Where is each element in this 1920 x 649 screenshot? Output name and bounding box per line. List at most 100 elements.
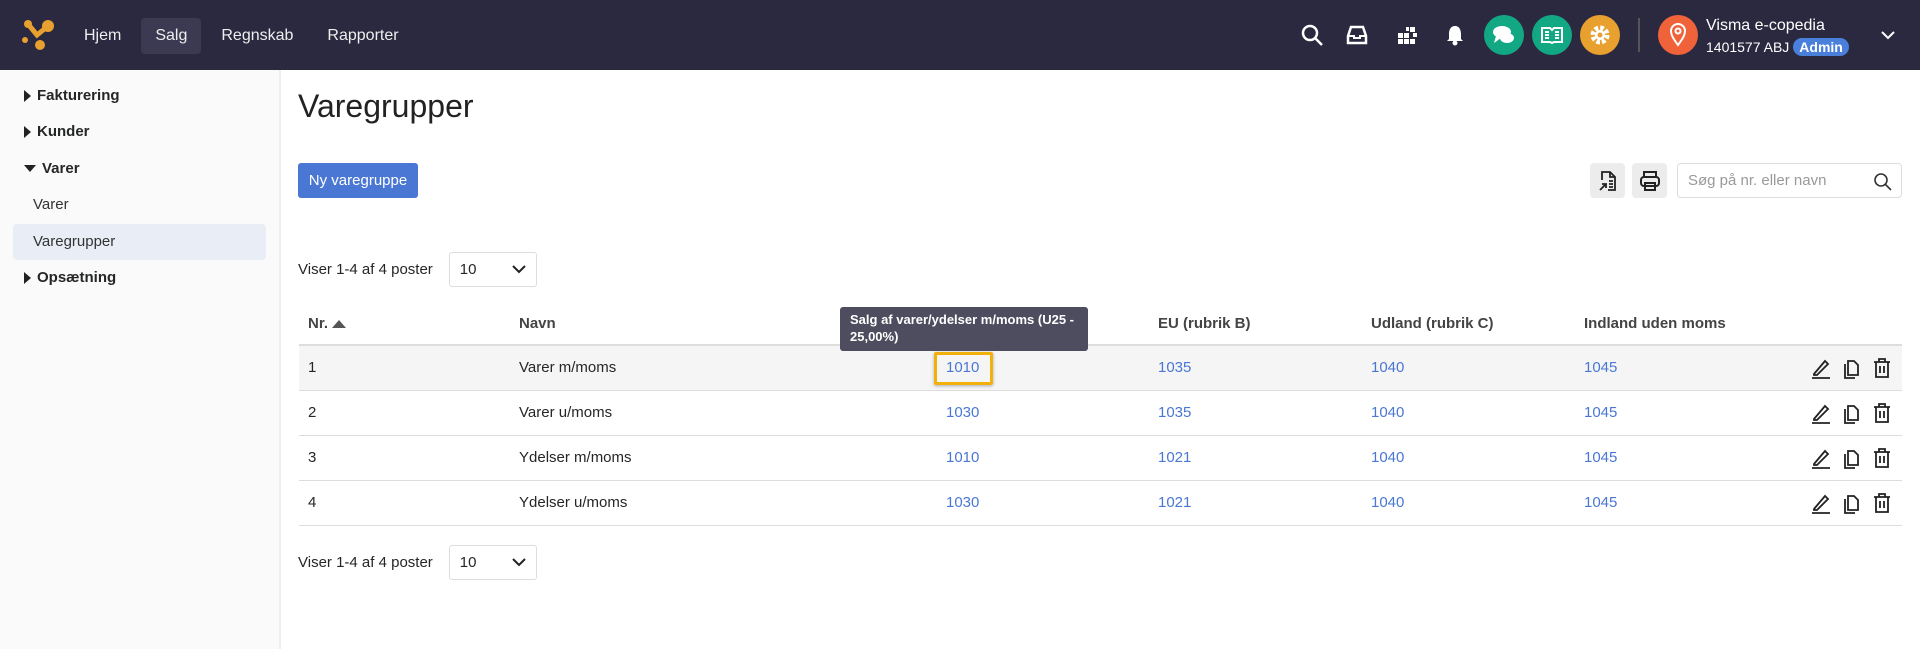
col-eu[interactable]: EU (rubrik B) <box>1149 303 1362 346</box>
delete-icon[interactable] <box>1872 492 1892 514</box>
user-id: 1401577 ABJ Admin <box>1706 38 1849 56</box>
nav-hjem[interactable]: Hjem <box>70 18 135 54</box>
settings-gear-icon[interactable] <box>1580 15 1620 55</box>
inbox-icon[interactable] <box>1342 20 1372 50</box>
account-link[interactable]: 1030 <box>946 494 979 511</box>
caret-right-icon <box>24 89 31 102</box>
page-size-select[interactable]: 10 <box>448 252 537 287</box>
page-size-select[interactable]: 10 <box>448 545 537 580</box>
sidebar-label: Fakturering <box>37 87 120 104</box>
nav-rapporter[interactable]: Rapporter <box>313 18 412 54</box>
pager-text: Viser 1-4 af 4 poster <box>298 261 433 278</box>
account-link[interactable]: 1040 <box>1371 404 1404 421</box>
pager-top: Viser 1-4 af 4 poster 10 <box>298 252 537 287</box>
account-cell: 1035 <box>1149 345 1362 391</box>
actions-cell <box>1762 480 1902 526</box>
nav-salg[interactable]: Salg <box>141 18 202 54</box>
table-row: 4 Ydelser u/moms 1030 1021 1040 1045 <box>299 480 1902 526</box>
account-link[interactable]: 1030 <box>946 404 979 421</box>
page-size-value: 10 <box>459 554 477 571</box>
actions-cell <box>1762 390 1902 436</box>
account-link[interactable]: 1045 <box>1584 359 1617 376</box>
account-cell: 1035 <box>1149 390 1362 436</box>
account-link[interactable]: 1035 <box>1158 359 1191 376</box>
account-link[interactable]: 1010 <box>946 449 979 466</box>
copy-icon[interactable] <box>1842 402 1862 424</box>
col-actions <box>1762 303 1902 346</box>
account-link[interactable]: 1045 <box>1584 449 1617 466</box>
copy-icon[interactable] <box>1842 492 1862 514</box>
delete-icon[interactable] <box>1872 447 1892 469</box>
location-pin-icon[interactable] <box>1658 15 1698 55</box>
new-item-group-button[interactable]: Ny varegruppe <box>298 163 418 198</box>
delete-icon[interactable] <box>1872 402 1892 424</box>
sidebar-label: Opsætning <box>37 269 117 286</box>
chevron-down-icon[interactable] <box>1873 20 1903 50</box>
help-book-icon[interactable] <box>1532 15 1572 55</box>
sidebar-label: Varer <box>42 160 80 177</box>
account-link[interactable]: 1021 <box>1158 449 1191 466</box>
account-cell: 1010 <box>937 435 1149 481</box>
account-link[interactable]: 1021 <box>1158 494 1191 511</box>
company-name[interactable]: Visma e-copedia <box>1706 17 1825 35</box>
chevron-down-icon <box>512 558 526 567</box>
account-cell: 1045 <box>1575 435 1762 481</box>
copy-icon[interactable] <box>1842 357 1862 379</box>
account-link[interactable]: 1040 <box>1371 494 1404 511</box>
nav-regnskab[interactable]: Regnskab <box>207 18 307 54</box>
nr-cell: 1 <box>299 345 510 391</box>
account-link[interactable]: 1040 <box>1371 359 1404 376</box>
edit-icon[interactable] <box>1810 492 1832 514</box>
logo[interactable] <box>20 18 56 52</box>
caret-down-icon <box>24 165 36 172</box>
col-indland-uden-moms[interactable]: Indland uden moms <box>1575 303 1762 346</box>
actions-cell <box>1762 345 1902 391</box>
edit-icon[interactable] <box>1810 357 1832 379</box>
search-icon[interactable] <box>1297 20 1327 50</box>
search-input[interactable]: Søg på nr. eller navn <box>1677 163 1902 198</box>
print-icon[interactable] <box>1632 163 1667 198</box>
sidebar-subitem-varegrupper[interactable]: Varegrupper <box>13 224 266 260</box>
nr-cell: 2 <box>299 390 510 436</box>
chat-icon[interactable] <box>1484 15 1524 55</box>
pager-text: Viser 1-4 af 4 poster <box>298 554 433 571</box>
account-link[interactable]: 1035 <box>1158 404 1191 421</box>
search-icon[interactable] <box>1873 172 1893 192</box>
name-cell: Ydelser m/moms <box>510 435 937 481</box>
name-cell: Varer u/moms <box>510 390 937 436</box>
sidebar-item-opsaetning[interactable]: Opsætning <box>24 269 116 286</box>
col-nr[interactable]: Nr. <box>299 303 510 346</box>
account-link[interactable]: 1040 <box>1371 449 1404 466</box>
chevron-down-icon <box>512 265 526 274</box>
top-bar: Hjem Salg Regnskab Rapporter Visma e-cop… <box>0 0 1920 70</box>
export-icon[interactable] <box>1590 163 1625 198</box>
sidebar-subitem-varer[interactable]: Varer <box>13 187 266 223</box>
user-id-text: 1401577 ABJ <box>1706 39 1790 55</box>
table-row: 1 Varer m/moms 1010 1035 1040 1045 <box>299 345 1902 391</box>
account-link[interactable]: 1045 <box>1584 404 1617 421</box>
sort-ascending-icon <box>332 320 347 328</box>
caret-right-icon <box>24 271 31 284</box>
apps-icon[interactable] <box>1393 20 1423 50</box>
sidebar-item-kunder[interactable]: Kunder <box>24 123 90 140</box>
bell-icon[interactable] <box>1440 20 1470 50</box>
nr-cell: 4 <box>299 480 510 526</box>
account-cell: 1045 <box>1575 345 1762 391</box>
delete-icon[interactable] <box>1872 357 1892 379</box>
name-cell: Varer m/moms <box>510 345 937 391</box>
col-udland[interactable]: Udland (rubrik C) <box>1362 303 1575 346</box>
nr-cell: 3 <box>299 435 510 481</box>
tooltip: Salg af varer/ydelser m/moms (U25 - 25,0… <box>840 307 1088 351</box>
account-link[interactable]: 1045 <box>1584 494 1617 511</box>
account-cell: 1021 <box>1149 480 1362 526</box>
account-cell: 1030 <box>937 480 1149 526</box>
pager-bottom: Viser 1-4 af 4 poster 10 <box>298 545 537 580</box>
account-cell: 1021 <box>1149 435 1362 481</box>
edit-icon[interactable] <box>1810 447 1832 469</box>
sidebar-item-fakturering[interactable]: Fakturering <box>24 87 120 104</box>
sidebar-item-varer[interactable]: Varer <box>24 160 80 177</box>
copy-icon[interactable] <box>1842 447 1862 469</box>
edit-icon[interactable] <box>1810 402 1832 424</box>
item-groups-table: Nr. Navn Indland EU (rubrik B) Udland (r… <box>299 303 1902 526</box>
caret-right-icon <box>24 125 31 138</box>
